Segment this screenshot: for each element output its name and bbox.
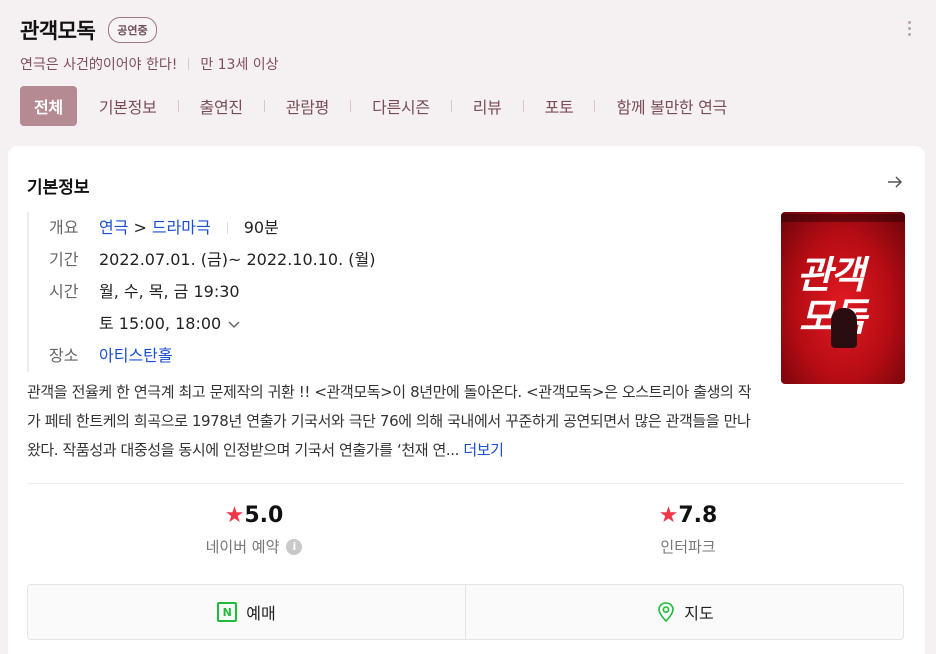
info-icon[interactable]: i <box>286 538 303 555</box>
overview-label: 개요 <box>49 218 79 237</box>
time-value-saturday: 토 15:00, 18:00 <box>99 314 222 333</box>
naver-calendar-icon: N <box>217 602 238 622</box>
arrow-right-icon[interactable] <box>885 172 905 192</box>
poster-image[interactable]: 관객 모독 <box>781 212 905 384</box>
chevron-down-icon <box>228 321 240 329</box>
rating-interpark: ★7.8 인터파크 <box>658 503 718 556</box>
action-bar: N 예매 지도 <box>27 584 904 640</box>
page-title: 관객모독 <box>20 19 96 43</box>
divider <box>27 483 904 484</box>
description: 관객을 전율케 한 연극계 최고 문제작의 귀환 !! <관객모독>이 8년만에… <box>27 383 752 459</box>
tab-reviews-rating[interactable]: 관람평 <box>286 94 330 118</box>
time-expand-toggle[interactable]: 토 15:00, 18:00 <box>49 308 375 340</box>
map-pin-icon <box>658 602 675 623</box>
tab-bar: 전체 기본정보 출연진 관람평 다른시즌 리뷰 포토 함께 볼만한 연극 <box>20 86 924 126</box>
tab-other-seasons[interactable]: 다른시즌 <box>372 94 430 118</box>
tab-recommended[interactable]: 함께 볼만한 연극 <box>616 94 727 118</box>
basic-info-card: 기본정보 개요 연극 > 드라마극 90분 기간 2022.07.01. (금)… <box>8 146 925 654</box>
divider <box>188 58 190 70</box>
tab-review[interactable]: 리뷰 <box>473 94 502 118</box>
reserve-button[interactable]: N 예매 <box>28 585 465 639</box>
star-icon: ★ <box>224 503 245 528</box>
header: 관객모독 공연중 연극은 사건的이어야 한다! 만 13세 이상 전체 기본정보… <box>20 12 924 126</box>
status-badge: 공연중 <box>108 17 157 43</box>
tab-basic-info[interactable]: 기본정보 <box>99 94 157 118</box>
star-icon: ★ <box>658 503 679 528</box>
tab-photo[interactable]: 포토 <box>545 94 574 118</box>
more-options-icon[interactable] <box>906 18 912 42</box>
card-title[interactable]: 기본정보 <box>27 173 90 198</box>
place-label: 장소 <box>49 346 79 365</box>
place-link[interactable]: 아티스탄홀 <box>99 340 173 372</box>
period-label: 기간 <box>49 250 79 269</box>
genre-link-drama[interactable]: 드라마극 <box>152 212 211 244</box>
tab-all[interactable]: 전체 <box>20 86 77 126</box>
tagline: 연극은 사건的이어야 한다! <box>20 57 178 73</box>
age-rating: 만 13세 이상 <box>200 57 279 73</box>
time-value-weekday: 월, 수, 목, 금 19:30 <box>99 282 240 301</box>
time-label: 시간 <box>49 282 79 301</box>
map-button[interactable]: 지도 <box>465 585 903 639</box>
genre-link-play[interactable]: 연극 <box>99 212 128 244</box>
period-value: 2022.07.01. (금)~ 2022.10.10. (월) <box>99 250 376 269</box>
runtime: 90분 <box>243 218 279 237</box>
more-link[interactable]: 더보기 <box>463 441 504 459</box>
rating-naver: ★5.0 네이버 예약 i <box>154 503 354 557</box>
info-list: 개요 연극 > 드라마극 90분 기간 2022.07.01. (금)~ 202… <box>27 212 375 372</box>
tab-cast[interactable]: 출연진 <box>200 94 244 118</box>
